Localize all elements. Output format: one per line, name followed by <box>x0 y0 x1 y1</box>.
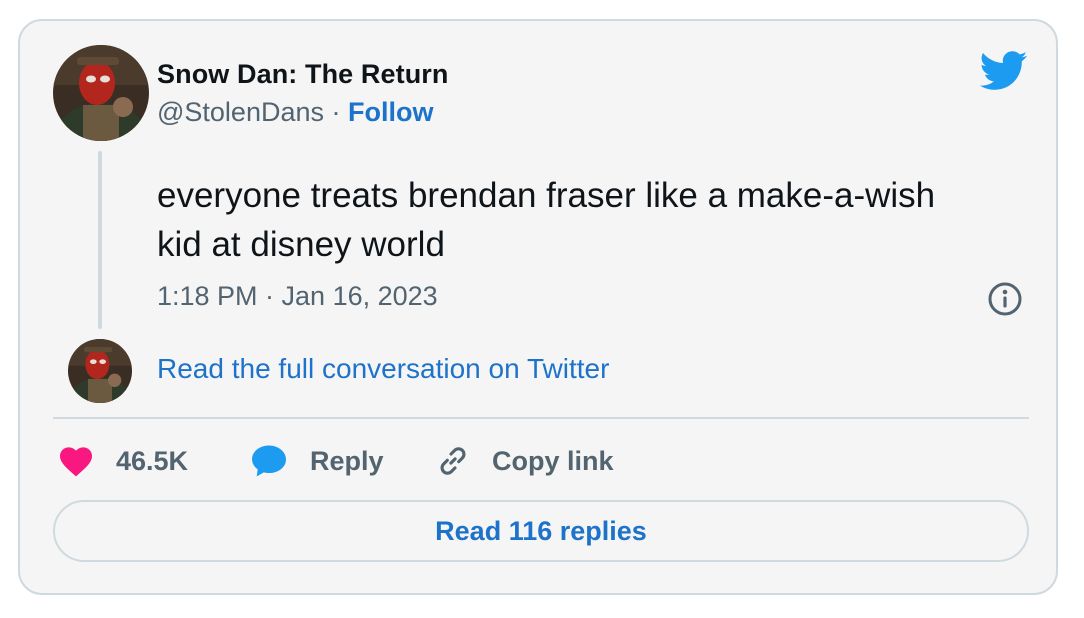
tweet-embed-card: Snow Dan: The Return @StolenDans · Follo… <box>18 19 1058 595</box>
avatar-image <box>53 45 149 141</box>
info-icon[interactable] <box>987 281 1023 317</box>
like-count: 46.5K <box>116 445 189 476</box>
copy-link-label: Copy link <box>492 445 614 476</box>
read-replies-label: Read 116 replies <box>435 515 647 546</box>
tweet-text: everyone treats brendan fraser like a ma… <box>157 176 936 264</box>
link-icon <box>440 447 466 475</box>
author-name[interactable]: Snow Dan: The Return <box>157 59 449 90</box>
like-action[interactable]: 46.5K <box>58 439 188 483</box>
thread-line <box>98 151 102 329</box>
twitter-bird-icon[interactable] <box>980 50 1028 92</box>
author-avatar[interactable] <box>53 45 149 141</box>
author-handle[interactable]: @StolenDans <box>157 97 324 127</box>
author-avatar-small[interactable] <box>68 339 132 403</box>
reply-action[interactable]: Reply <box>250 439 384 483</box>
handle-separator: · <box>324 97 348 127</box>
reply-label: Reply <box>310 445 384 476</box>
author-handle-row: @StolenDans · Follow <box>157 97 433 128</box>
copy-link-action[interactable]: Copy link <box>436 439 614 483</box>
read-conversation-link[interactable]: Read the full conversation on Twitter <box>157 353 609 385</box>
tweet-timestamp[interactable]: 1:18 PM · Jan 16, 2023 <box>157 281 438 312</box>
divider <box>53 417 1029 419</box>
follow-button[interactable]: Follow <box>348 97 433 127</box>
heart-icon <box>60 447 92 477</box>
avatar-small-image <box>68 339 132 403</box>
speech-bubble-icon <box>252 445 286 477</box>
read-replies-button[interactable]: Read 116 replies <box>53 500 1029 562</box>
